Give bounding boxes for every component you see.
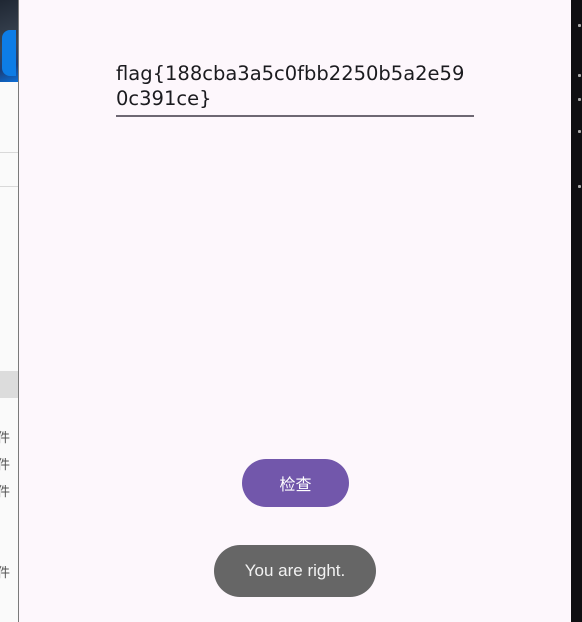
background-side-label: 件 (0, 567, 10, 581)
background-marker (578, 98, 581, 101)
background-selected-row (0, 371, 18, 398)
background-divider (0, 152, 18, 153)
background-thumbnail-image (0, 0, 18, 82)
background-marker (578, 185, 581, 188)
background-window-right (571, 0, 582, 622)
flag-input-text[interactable]: flag{188cba3a5c0fbb2250b5a2e590c391ce} (116, 58, 474, 115)
toast-message: You are right. (214, 545, 376, 597)
background-divider (0, 186, 18, 187)
background-marker (578, 74, 581, 77)
background-side-label: 件 (0, 486, 10, 500)
background-side-label: 件 (0, 459, 10, 473)
background-side-label: 件 (0, 432, 10, 446)
flag-input[interactable]: flag{188cba3a5c0fbb2250b5a2e590c391ce} (116, 58, 474, 117)
app-screen: flag{188cba3a5c0fbb2250b5a2e590c391ce} 检… (19, 0, 571, 622)
background-window-left: 件 件 件 件 (0, 0, 19, 622)
background-thumbnail-shape (2, 30, 16, 76)
background-marker (578, 24, 581, 27)
background-marker (578, 130, 581, 133)
check-button[interactable]: 检查 (242, 459, 349, 507)
